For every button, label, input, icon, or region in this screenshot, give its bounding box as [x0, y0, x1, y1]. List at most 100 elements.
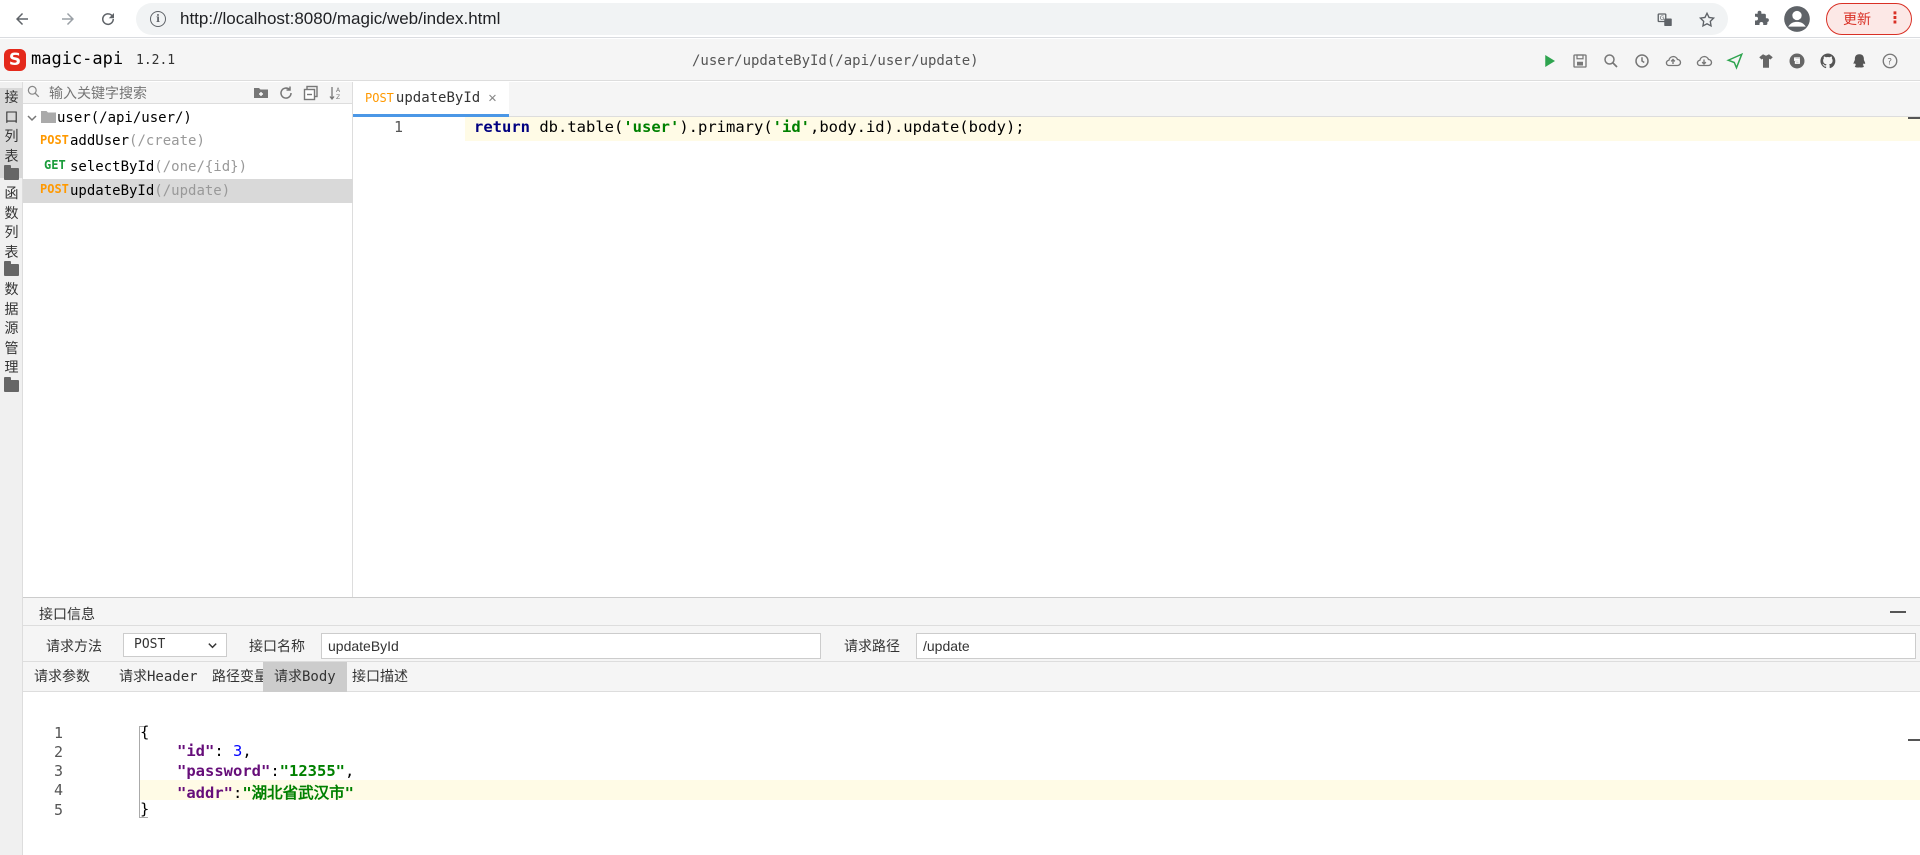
code-gutter: 1 [353, 117, 465, 597]
tab-api-description[interactable]: 接口描述 [341, 662, 419, 692]
gitee-icon[interactable] [1786, 50, 1807, 71]
code-string: 'id' [772, 118, 810, 136]
request-tabs: 请求参数 请求Header 路径变量 请求Body 接口描述 [23, 662, 1920, 692]
current-api-path: /user/updateById(/api/user/update) [692, 53, 979, 69]
api-path-value: /update [923, 638, 970, 654]
method-badge: POST [40, 133, 69, 147]
close-icon[interactable]: ✕ [488, 90, 496, 106]
tree-search-input[interactable] [49, 84, 259, 102]
theme-shirt-icon[interactable] [1755, 50, 1776, 71]
method-badge: POST [40, 182, 69, 196]
chevron-down-icon[interactable] [26, 112, 38, 124]
browser-update-button[interactable]: 更新 ⋮ [1826, 3, 1912, 35]
tree-group-name: user [57, 110, 91, 126]
save-icon[interactable] [1569, 50, 1590, 71]
push-send-icon[interactable] [1724, 50, 1745, 71]
search-icon [27, 85, 40, 98]
body-line[interactable]: "id": 3, [177, 742, 252, 760]
reload-icon[interactable] [90, 1, 126, 37]
side-nav-function-list[interactable]: 函 数 列 表 [0, 184, 23, 276]
tree-item-path: (/one/{id}) [154, 159, 248, 175]
translate-icon[interactable]: G [1654, 9, 1676, 31]
api-name-input[interactable]: updateById [321, 633, 821, 659]
tree-item-path: (/create) [129, 133, 205, 149]
tab-name: updateById [395, 90, 481, 106]
help-icon[interactable]: ? [1879, 50, 1900, 71]
side-nav-api-list[interactable]: 接 口 列 表 [0, 88, 23, 180]
code-return-keyword: return [474, 118, 530, 136]
bookmark-star-icon[interactable] [1696, 9, 1718, 31]
side-nav-datasource-label: 数 据 源 管 理 [4, 281, 19, 375]
back-icon[interactable] [4, 1, 40, 37]
code-segment: ).primary( [679, 118, 773, 136]
body-line[interactable]: "password":"12355", [177, 762, 354, 780]
line-number: 2 [53, 743, 63, 761]
tree-group-path: (/api/user/) [90, 110, 192, 126]
upload-cloud-icon[interactable] [1662, 50, 1683, 71]
minimize-icon[interactable] [1890, 611, 1906, 613]
collapse-all-icon[interactable] [302, 84, 319, 101]
path-label: 请求路径 [844, 638, 900, 654]
json-separator: , [242, 742, 252, 760]
json-string: "12355" [279, 762, 345, 780]
api-info-form: 请求方法 POST 接口名称 updateById 请求路径 /update [23, 626, 1920, 662]
tab-request-params[interactable]: 请求参数 [23, 662, 101, 692]
tree-item-name: addUser [70, 133, 130, 149]
folder-icon [41, 111, 56, 123]
line-number: 3 [53, 762, 63, 780]
current-line-highlight [139, 780, 1920, 800]
tree-item-updatebyid[interactable]: POST updateById(/update) [23, 179, 353, 203]
tree-item-selectbyid[interactable]: GET selectById(/one/{id}) [23, 155, 353, 179]
body-gutter: 1 2 3 4 5 [23, 722, 139, 855]
body-line[interactable]: "addr":"湖北省武汉市" [177, 781, 354, 803]
method-select[interactable]: POST [123, 633, 227, 657]
code-segment: db.table( [530, 118, 624, 136]
info-icon[interactable]: i [150, 11, 166, 27]
address-bar[interactable]: i http://localhost:8080/magic/web/index.… [136, 3, 1728, 35]
app-version: 1.2.1 [136, 53, 176, 68]
json-number: 3 [233, 742, 243, 760]
tree-item-adduser[interactable]: POST addUser(/create) [23, 130, 353, 154]
json-separator: : [270, 762, 280, 780]
method-select-value: POST [134, 637, 166, 652]
svg-text:G: G [1660, 15, 1665, 22]
new-folder-icon[interactable] [252, 84, 269, 101]
code-body[interactable]: return db.table('user').primary('id',bod… [465, 117, 1920, 597]
editor-tab-updatebyid[interactable]: POST updateById ✕ [353, 82, 509, 117]
download-cloud-icon[interactable] [1693, 50, 1714, 71]
json-key: "id" [177, 742, 215, 760]
browser-toolbar: i http://localhost:8080/magic/web/index.… [0, 0, 1920, 38]
code-line[interactable]: return db.table('user').primary('id',bod… [474, 118, 1025, 136]
update-label: 更新 [1843, 11, 1871, 27]
line-number: 1 [53, 724, 63, 742]
api-info-title-bar: 接口信息 [23, 598, 1920, 626]
editor-tab-bar: POST updateById ✕ [353, 82, 1920, 117]
refresh-icon[interactable] [277, 84, 294, 101]
json-string: "湖北省武汉市" [242, 784, 355, 802]
url-text[interactable]: http://localhost:8080/magic/web/index.ht… [180, 9, 500, 29]
tab-request-header[interactable]: 请求Header [108, 662, 209, 692]
body-line[interactable]: } [140, 800, 149, 818]
forward-icon[interactable] [50, 1, 86, 37]
request-body-editor[interactable]: { "id": 3, "password":"12355", "addr":"湖… [139, 722, 1920, 855]
tab-request-body[interactable]: 请求Body [263, 662, 347, 692]
extensions-icon[interactable] [1750, 8, 1772, 30]
body-line[interactable]: { [140, 723, 149, 741]
json-separator: : [214, 742, 233, 760]
search-icon[interactable] [1600, 50, 1621, 71]
sort-icon[interactable]: AZ [327, 84, 344, 101]
tree-group-user[interactable]: user(/api/user/) [23, 106, 353, 130]
folder-icon [4, 376, 19, 392]
side-nav-api-list-label: 接 口 列 表 [4, 89, 19, 164]
side-nav-function-list-label: 函 数 列 表 [4, 185, 19, 260]
more-vert-icon[interactable]: ⋮ [1887, 10, 1903, 28]
run-icon[interactable] [1538, 50, 1559, 71]
history-icon[interactable] [1631, 50, 1652, 71]
side-nav-datasource[interactable]: 数 据 源 管 理 [0, 280, 23, 392]
api-path-input[interactable]: /update [916, 633, 1916, 659]
github-icon[interactable] [1817, 50, 1838, 71]
profile-avatar-icon[interactable] [1782, 4, 1812, 34]
line-number: 4 [53, 781, 63, 799]
method-label: 请求方法 [46, 638, 102, 654]
qq-icon[interactable] [1848, 50, 1869, 71]
